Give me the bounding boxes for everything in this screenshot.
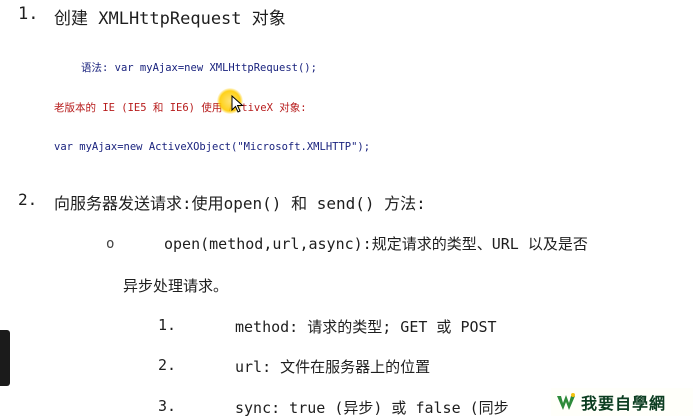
old-ie-note: 老版本的 IE (IE5 和 IE6) 使用 ActiveX 对象: — [54, 102, 307, 114]
param-1-text: method: 请求的类型; GET 或 POST — [235, 318, 497, 336]
open-method-line-2: 异步处理请求。 — [123, 277, 229, 295]
section-1-title: 创建 XMLHttpRequest 对象 — [54, 9, 286, 29]
section-1-number: 1. — [18, 4, 39, 24]
watermark: 我要自學網 — [551, 388, 693, 416]
param-1-number: 1. — [158, 316, 177, 334]
section-2-number: 2. — [18, 190, 38, 209]
param-3-text: sync: true (异步) 或 false (同步 — [235, 399, 509, 417]
left-edge-handle — [0, 330, 10, 386]
bullet-icon: o — [106, 236, 115, 252]
watermark-logo-icon — [555, 392, 577, 412]
param-3-number: 3. — [158, 397, 177, 415]
param-2-number: 2. — [158, 356, 177, 374]
syntax-line: 语法: var myAjax=new XMLHttpRequest(); — [81, 62, 317, 74]
activex-code-line: var myAjax=new ActiveXObject("Microsoft.… — [54, 141, 371, 153]
section-2-title: 向服务器发送请求:使用open() 和 send() 方法: — [54, 194, 426, 213]
watermark-text: 我要自學網 — [581, 394, 667, 413]
open-method-line-1: open(method,url,async):规定请求的类型、URL 以及是否 — [164, 235, 588, 253]
param-2-text: url: 文件在服务器上的位置 — [235, 358, 431, 376]
